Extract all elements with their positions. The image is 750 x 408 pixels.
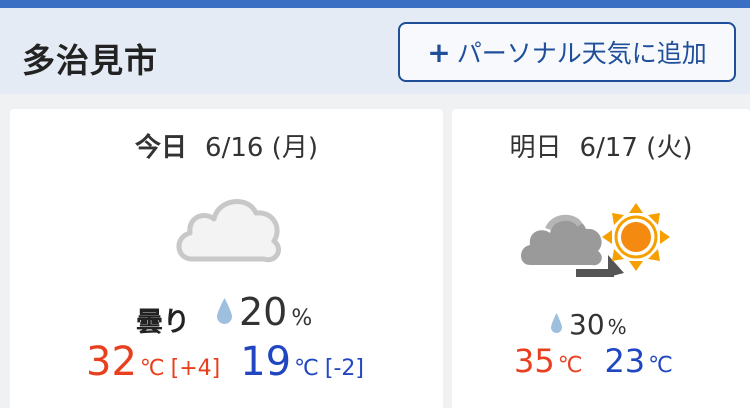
today-high-temp: 32 [86,339,137,385]
tomorrow-date: 6/17 (火) [579,133,693,163]
tomorrow-low-unit: ℃ [648,353,673,378]
today-low-unit: ℃ [294,356,319,381]
add-personal-weather-button[interactable]: + パーソナル天気に追加 [398,22,736,82]
today-condition: 曇り [136,307,190,338]
today-low-temp: 19 [240,339,292,385]
today-low-diff: [-2] [324,356,364,381]
cloudy-then-sunny-icon [521,203,670,277]
today-date-line: 今日 6/16 (月) [10,127,443,164]
tomorrow-day-label: 明日 [509,133,562,163]
raindrop-icon [217,298,232,324]
today-high-unit: ℃ [139,356,165,381]
tomorrow-rain-value: 30 [569,308,605,341]
tomorrow-low-temp: 23 [604,342,646,380]
tomorrow-forecast-card[interactable]: 明日 6/17 (火) 30 % 35 ℃ 23 ℃ [452,109,750,408]
city-name: 多治見市 [22,41,158,80]
add-button-label: パーソナル天気に追加 [456,39,707,68]
today-rain-value: 20 [239,290,288,334]
plus-icon: + [427,35,451,69]
today-day-label: 今日 [135,133,188,163]
today-rain-chance: 20 % [216,290,312,334]
tomorrow-date-line: 明日 6/17 (火) [452,127,750,164]
cloudy-icon [176,199,281,263]
tomorrow-rain-chance: 30 % [550,308,627,341]
tomorrow-rain-unit: % [607,315,627,339]
today-high-diff: [+4] [170,356,221,381]
today-date: 6/16 (月) [205,133,318,163]
tomorrow-high-temp: 35 [514,342,555,380]
top-accent-bar [0,0,750,8]
location-header: 多治見市 + パーソナル天気に追加 [0,8,750,94]
today-rain-unit: % [291,306,313,331]
tomorrow-temperatures: 35 ℃ 23 ℃ [514,342,673,380]
today-temperatures: 32 ℃ [+4] 19 ℃ [-2] [86,339,364,385]
today-forecast-card[interactable]: 今日 6/16 (月) 曇り 20 % 32 ℃ [+4] 19 ℃ [-2] [10,109,443,408]
raindrop-icon [551,313,562,333]
tomorrow-high-unit: ℃ [557,353,583,378]
